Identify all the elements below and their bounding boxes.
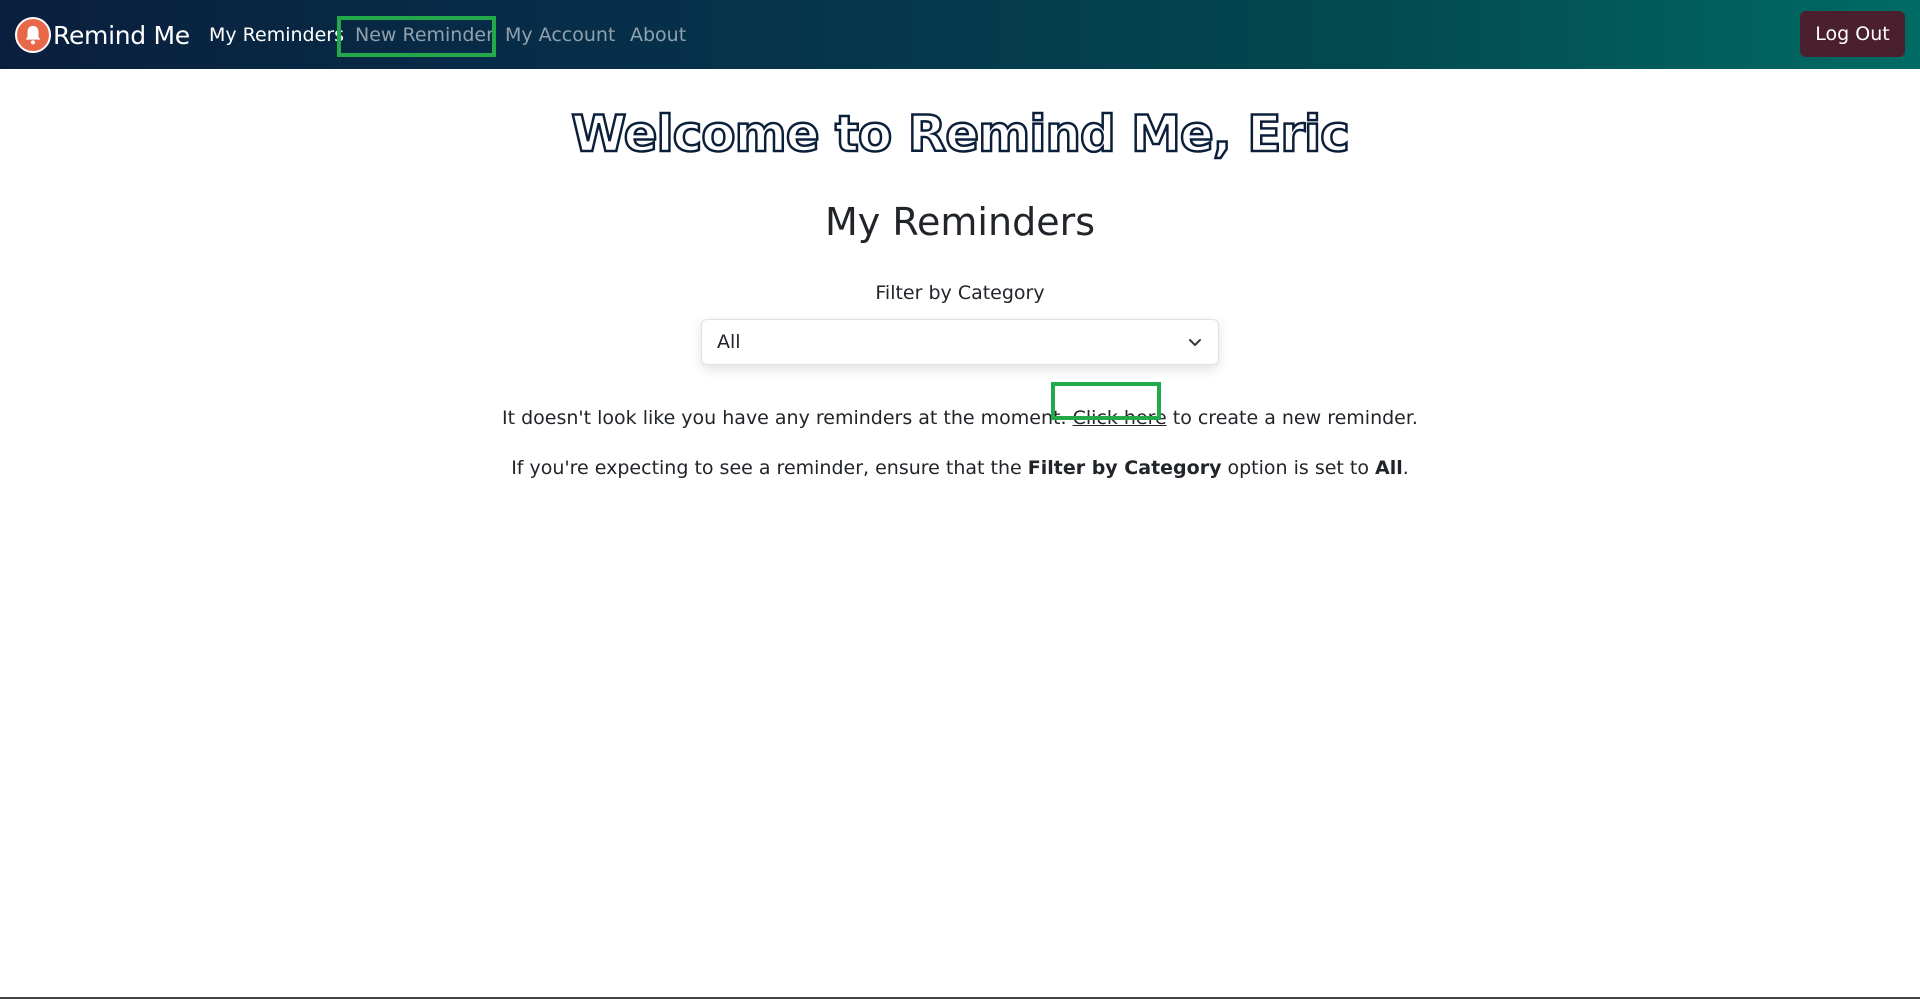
- filter-label: Filter by Category: [875, 282, 1045, 304]
- empty-message-suffix: to create a new reminder.: [1166, 407, 1418, 429]
- page-title: My Reminders: [824, 200, 1095, 244]
- top-navbar: Remind Me My Reminders New Reminder My A…: [0, 0, 1920, 69]
- filter-hint: If you're expecting to see a reminder, e…: [0, 457, 1920, 479]
- hint-text-middle: option is set to: [1221, 457, 1376, 479]
- create-reminder-link[interactable]: Click here: [1073, 407, 1167, 429]
- nav-my-reminders[interactable]: My Reminders: [209, 0, 344, 69]
- bell-icon: [15, 17, 51, 53]
- logout-button[interactable]: Log Out: [1800, 11, 1905, 57]
- chevron-down-icon: [1187, 334, 1203, 350]
- nav-new-reminder[interactable]: New Reminder: [355, 0, 494, 69]
- brand-link[interactable]: Remind Me: [15, 15, 190, 55]
- empty-message: It doesn't look like you have any remind…: [0, 407, 1920, 429]
- empty-message-text: It doesn't look like you have any remind…: [502, 407, 1073, 429]
- brand-name: Remind Me: [53, 20, 190, 50]
- hint-filter-name: Filter by Category: [1027, 457, 1222, 479]
- category-filter-select[interactable]: All: [701, 319, 1219, 365]
- hint-period: .: [1402, 457, 1409, 479]
- filter-selected-value: All: [717, 331, 741, 353]
- nav-about[interactable]: About: [630, 0, 686, 69]
- welcome-heading: Welcome to Remind Me, Eric: [570, 104, 1351, 165]
- nav-my-account[interactable]: My Account: [505, 0, 615, 69]
- hint-text: If you're expecting to see a reminder, e…: [511, 457, 1028, 479]
- hint-all-value: All: [1375, 457, 1403, 479]
